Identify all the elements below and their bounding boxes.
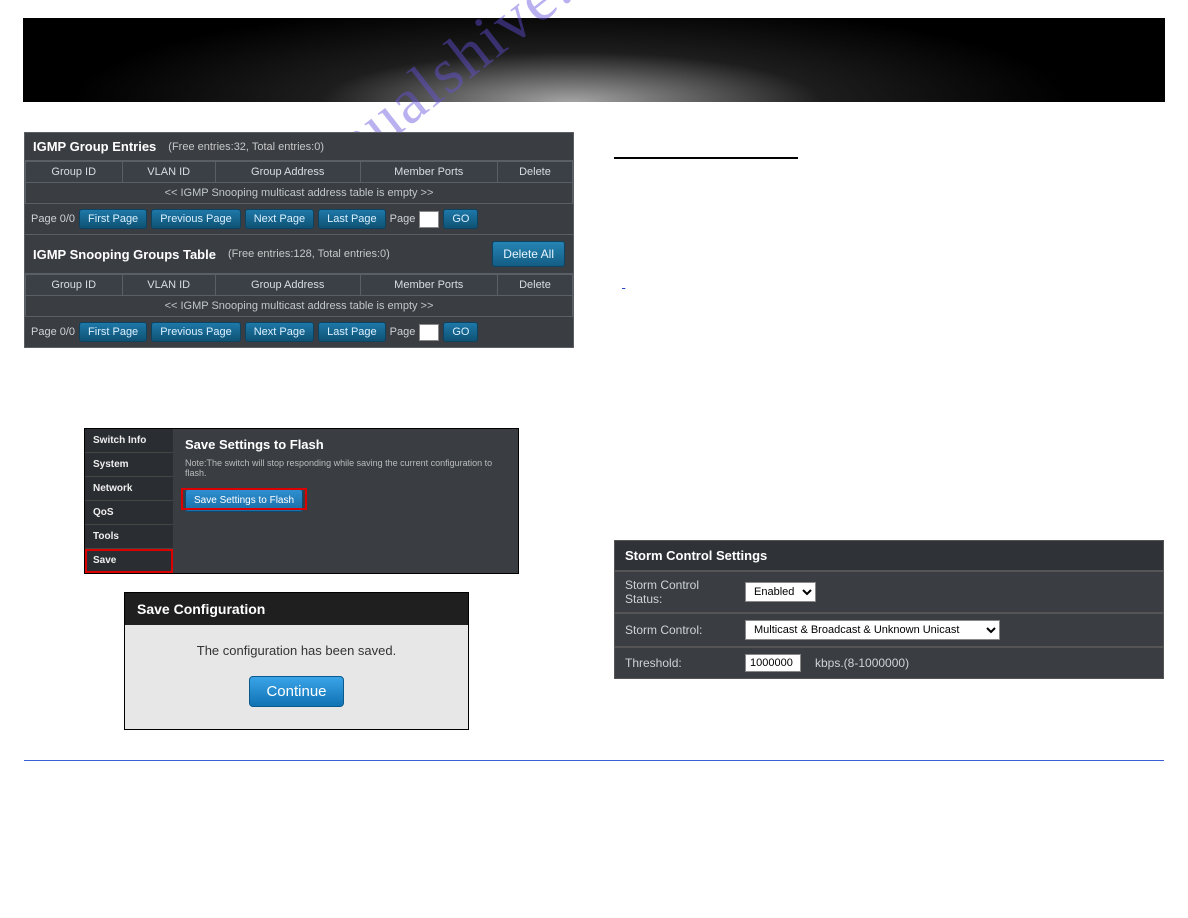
side-nav: Switch Info System Network QoS Tools Sav…	[85, 429, 173, 573]
nav-switch-info[interactable]: Switch Info	[85, 429, 173, 453]
threshold-unit: kbps.(8-1000000)	[815, 656, 909, 670]
nav-qos[interactable]: QoS	[85, 501, 173, 525]
igmp-group-table: Group ID VLAN ID Group Address Member Po…	[25, 161, 573, 204]
storm-status-label: Storm Control Status:	[625, 578, 731, 606]
page-input[interactable]	[419, 324, 439, 341]
igmp-group-stats: (Free entries:32, Total entries:0)	[168, 141, 324, 153]
nav-system[interactable]: System	[85, 453, 173, 477]
igmp-snoop-pager: Page 0/0 First Page Previous Page Next P…	[25, 317, 573, 347]
col-vlan-id: VLAN ID	[122, 275, 215, 296]
page-indicator: Page 0/0	[31, 326, 75, 338]
inline-link[interactable]	[622, 276, 862, 290]
igmp-snoop-table: Group ID VLAN ID Group Address Member Po…	[25, 274, 573, 317]
storm-control-title: Storm Control Settings	[614, 540, 1164, 571]
next-page-button[interactable]: Next Page	[245, 322, 314, 342]
save-config-dialog: Save Configuration The configuration has…	[124, 592, 469, 730]
continue-button[interactable]: Continue	[249, 676, 343, 707]
col-vlan-id: VLAN ID	[122, 162, 215, 183]
first-page-button[interactable]: First Page	[79, 209, 147, 229]
go-button[interactable]: GO	[443, 322, 478, 342]
storm-control-panel: Storm Control Settings Storm Control Sta…	[614, 540, 1164, 679]
igmp-snoop-stats: (Free entries:128, Total entries:0)	[228, 248, 390, 260]
previous-page-button[interactable]: Previous Page	[151, 322, 241, 342]
next-page-button[interactable]: Next Page	[245, 209, 314, 229]
nav-network[interactable]: Network	[85, 477, 173, 501]
page-label: Page	[390, 213, 416, 225]
igmp-snoop-title: IGMP Snooping Groups Table	[33, 247, 216, 262]
page-indicator: Page 0/0	[31, 213, 75, 225]
footer-rule	[24, 760, 1164, 761]
delete-all-button[interactable]: Delete All	[492, 241, 565, 267]
page-input[interactable]	[419, 211, 439, 228]
igmp-group-pager: Page 0/0 First Page Previous Page Next P…	[25, 204, 573, 234]
storm-control-label: Storm Control:	[625, 623, 731, 637]
col-group-id: Group ID	[26, 275, 123, 296]
last-page-button[interactable]: Last Page	[318, 209, 386, 229]
section-heading	[614, 142, 798, 159]
page-label: Page	[390, 326, 416, 338]
igmp-snoop-empty: << IGMP Snooping multicast address table…	[26, 296, 573, 317]
nav-tools[interactable]: Tools	[85, 525, 173, 549]
last-page-button[interactable]: Last Page	[318, 322, 386, 342]
save-settings-panel: Switch Info System Network QoS Tools Sav…	[84, 428, 519, 574]
col-delete: Delete	[497, 275, 572, 296]
igmp-group-empty: << IGMP Snooping multicast address table…	[26, 183, 573, 204]
col-member-ports: Member Ports	[360, 162, 497, 183]
threshold-label: Threshold:	[625, 656, 731, 670]
page-header-banner	[23, 18, 1165, 102]
threshold-input[interactable]	[745, 654, 801, 672]
save-config-title: Save Configuration	[125, 593, 468, 625]
save-config-message: The configuration has been saved.	[135, 643, 458, 658]
storm-status-select[interactable]: Enabled	[745, 582, 816, 602]
save-settings-note: Note:The switch will stop responding whi…	[185, 458, 506, 478]
igmp-group-entries-panel: IGMP Group Entries (Free entries:32, Tot…	[24, 132, 574, 348]
col-delete: Delete	[497, 162, 572, 183]
nav-save[interactable]: Save	[85, 549, 173, 573]
go-button[interactable]: GO	[443, 209, 478, 229]
igmp-group-title: IGMP Group Entries	[33, 139, 156, 154]
col-member-ports: Member Ports	[360, 275, 497, 296]
first-page-button[interactable]: First Page	[79, 322, 147, 342]
save-settings-button[interactable]: Save Settings to Flash	[185, 489, 303, 512]
col-group-address: Group Address	[215, 275, 360, 296]
col-group-address: Group Address	[215, 162, 360, 183]
previous-page-button[interactable]: Previous Page	[151, 209, 241, 229]
col-group-id: Group ID	[26, 162, 123, 183]
save-settings-title: Save Settings to Flash	[185, 437, 506, 452]
storm-control-select[interactable]: Multicast & Broadcast & Unknown Unicast	[745, 620, 1000, 640]
